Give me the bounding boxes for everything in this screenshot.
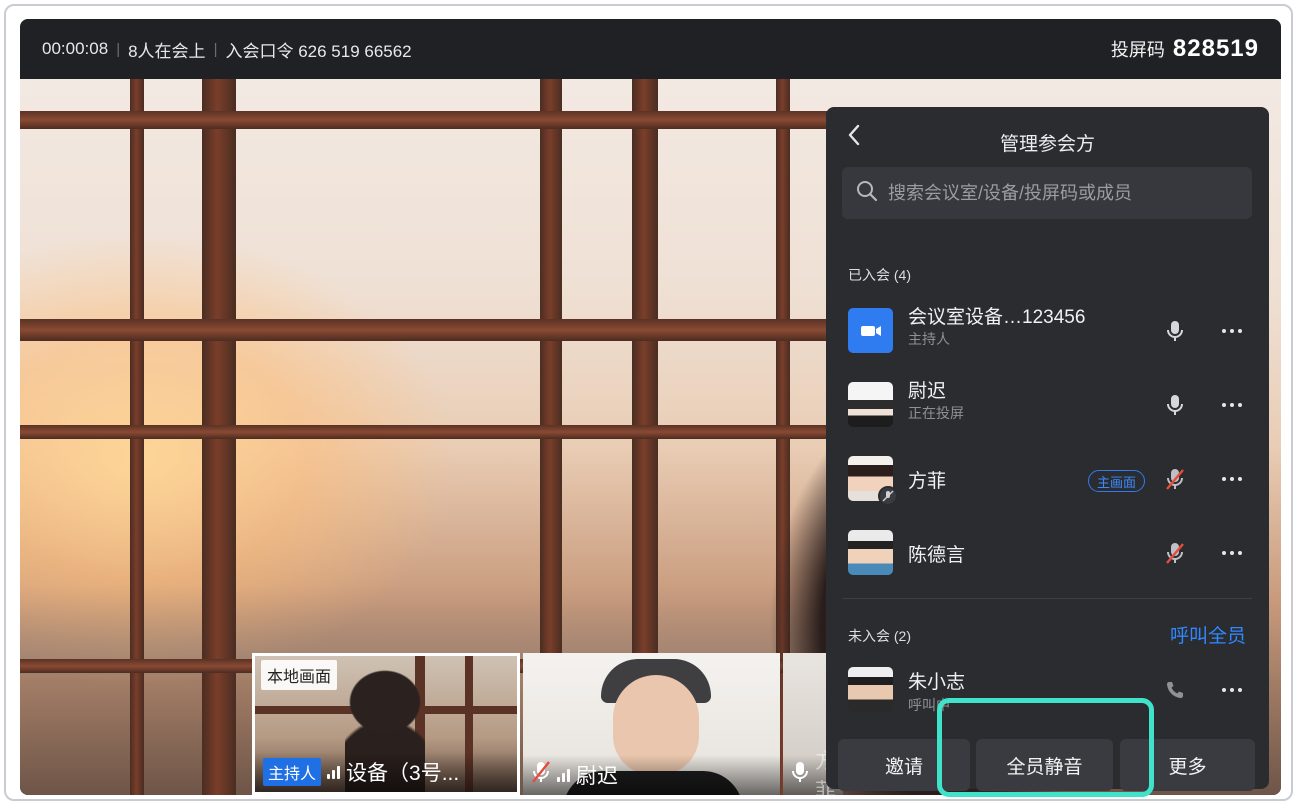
thumbnail-label: 主持人 设备（3号... bbox=[255, 752, 517, 792]
not-joined-section-label: 未入会 (2) bbox=[848, 628, 911, 644]
main-screen-badge: 主画面 bbox=[1088, 470, 1146, 492]
local-video-thumbnail[interactable]: 本地画面 主持人 设备（3号... bbox=[252, 653, 520, 795]
more-options-icon[interactable] bbox=[1216, 543, 1248, 563]
cast-code-label: 投屏码 bbox=[1110, 40, 1165, 60]
mic-icon bbox=[791, 760, 809, 790]
cast-code-group: 投屏码 828519 bbox=[1111, 35, 1259, 63]
window-frame-bar bbox=[20, 319, 830, 341]
participant-name: 陈德言 bbox=[908, 545, 966, 566]
mic-muted-icon bbox=[878, 486, 898, 506]
participant-video-thumbnail[interactable]: 尉迟 bbox=[523, 653, 780, 795]
meeting-duration: 00:00:08 bbox=[42, 39, 109, 58]
mic-muted-icon bbox=[531, 760, 551, 790]
participant-row[interactable]: 尉迟 正在投屏 bbox=[826, 370, 1269, 438]
signal-icon bbox=[557, 768, 570, 782]
phone-icon[interactable] bbox=[1164, 676, 1186, 704]
local-view-tag: 本地画面 bbox=[261, 660, 338, 690]
host-badge: 主持人 bbox=[263, 758, 322, 786]
participant-status: 主持人 bbox=[908, 331, 950, 347]
participant-name: 方菲 bbox=[908, 471, 947, 492]
mic-icon[interactable] bbox=[1164, 391, 1186, 419]
panel-title: 管理参会方 bbox=[999, 134, 1095, 155]
cast-code-value: 828519 bbox=[1172, 35, 1259, 62]
joined-section-label: 已入会 (4) bbox=[848, 267, 911, 283]
call-all-link[interactable]: 呼叫全员 bbox=[1170, 621, 1246, 648]
mic-icon[interactable] bbox=[1164, 317, 1186, 345]
divider: | bbox=[116, 40, 121, 58]
mic-muted-icon[interactable] bbox=[1164, 539, 1186, 567]
participant-name: 尉迟 bbox=[908, 381, 947, 402]
more-options-icon[interactable] bbox=[1216, 469, 1248, 489]
more-options-icon[interactable] bbox=[1216, 395, 1248, 415]
window-frame-bar bbox=[20, 111, 830, 129]
participant-status: 正在投屏 bbox=[908, 405, 964, 421]
avatar bbox=[848, 667, 893, 712]
more-options-icon[interactable] bbox=[1216, 321, 1248, 341]
avatar bbox=[848, 382, 893, 427]
search-input[interactable] bbox=[888, 182, 1228, 204]
avatar bbox=[848, 530, 893, 575]
search-icon bbox=[856, 180, 878, 207]
window-frame-bar bbox=[20, 425, 830, 439]
signal-icon bbox=[327, 765, 341, 779]
thumbnail-name: 设备（3号... bbox=[346, 762, 460, 785]
participant-name: 朱小志 bbox=[908, 672, 966, 693]
meeting-info-bar: 00:00:08 | 8人在会上 | 入会口令 626 519 66562 投屏… bbox=[20, 19, 1281, 79]
meeting-code: 入会口令 626 519 66562 bbox=[225, 41, 412, 61]
meeting-screen: 00:00:08 | 8人在会上 | 入会口令 626 519 66562 投屏… bbox=[20, 19, 1281, 795]
participant-count: 8人在会上 bbox=[128, 41, 206, 61]
thumbnail-name: 尉迟 bbox=[576, 765, 618, 788]
section-divider bbox=[842, 598, 1252, 599]
participant-row[interactable]: 方菲 主画面 bbox=[826, 444, 1269, 512]
mute-all-highlight bbox=[937, 698, 1154, 797]
participant-name: 会议室设备…123456 bbox=[908, 307, 1086, 328]
search-box[interactable] bbox=[842, 167, 1252, 219]
thumbnail-label: 尉迟 bbox=[523, 755, 780, 795]
participant-row[interactable]: 陈德言 bbox=[826, 518, 1269, 586]
manage-participants-panel: 管理参会方 已入会 (4) 会议室设备…123456 主持人 尉迟 正在投屏 bbox=[826, 107, 1269, 791]
participant-row[interactable]: 会议室设备…123456 主持人 bbox=[826, 296, 1269, 364]
divider: | bbox=[213, 40, 218, 58]
mic-muted-icon[interactable] bbox=[1164, 465, 1186, 493]
more-options-icon[interactable] bbox=[1216, 680, 1248, 700]
conference-device-icon bbox=[848, 308, 893, 353]
